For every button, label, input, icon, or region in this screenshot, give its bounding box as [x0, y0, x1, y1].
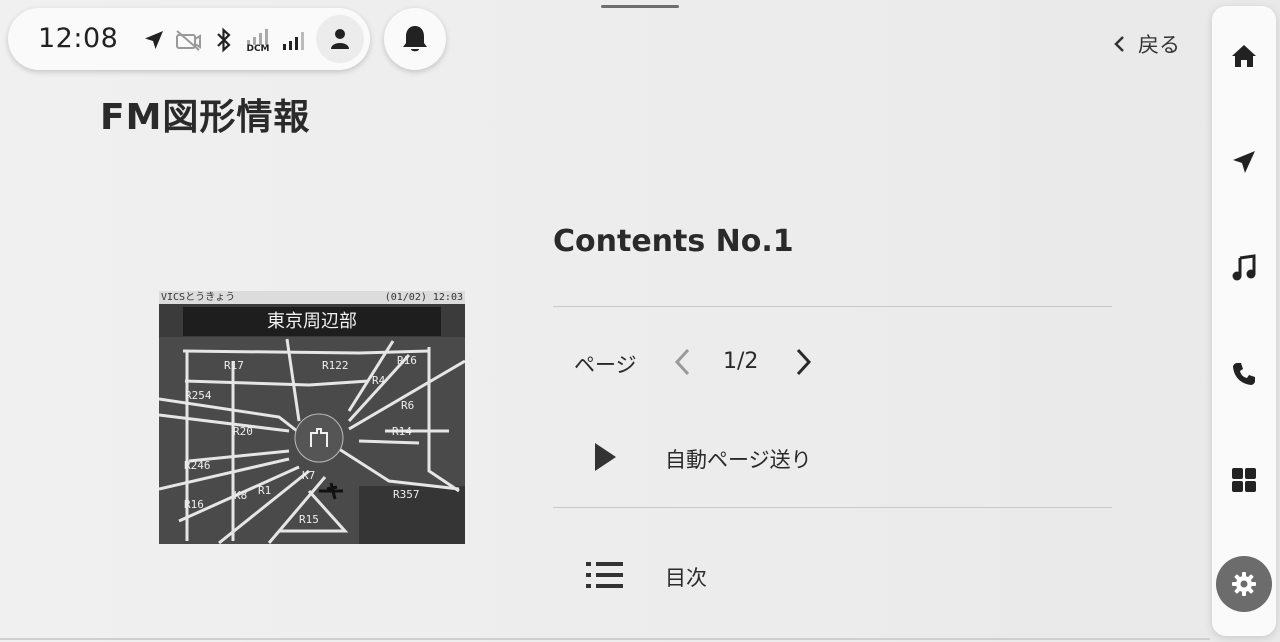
top-drag-handle[interactable]: [601, 5, 679, 8]
location-arrow-icon: [140, 26, 168, 54]
user-profile-button[interactable]: [316, 15, 364, 63]
bluetooth-icon: [210, 26, 238, 54]
clock: 12:08: [38, 23, 119, 54]
camera-off-icon: [174, 26, 202, 54]
road-label: R14: [392, 425, 412, 438]
fm-graphic-image: VICSとうきょう (01/02) 12:03 東京周辺部 R17 R122 R…: [159, 291, 465, 544]
chevron-right-icon: [796, 348, 812, 376]
chevron-left-icon: [674, 348, 690, 376]
chevron-left-icon: [1114, 36, 1124, 52]
road-label: K7: [302, 469, 316, 482]
divider: [553, 306, 1112, 307]
road-label: R4: [372, 374, 386, 387]
road-label: K8: [234, 489, 248, 502]
road-label: R17: [224, 359, 244, 372]
sidebar-item-home[interactable]: [1212, 26, 1276, 86]
dcm-signal-icon: DCM: [242, 26, 274, 54]
map-header: VICSとうきょう (01/02) 12:03: [159, 291, 465, 304]
back-label: 戻る: [1138, 33, 1180, 57]
road-label: R1: [258, 484, 272, 497]
road-label: R254: [185, 389, 212, 402]
page-title: FM図形情報: [100, 97, 311, 138]
map-region-title: 東京周辺部: [183, 307, 441, 336]
sidebar-item-apps[interactable]: [1212, 450, 1276, 510]
cell-signal-icon: [280, 26, 308, 54]
road-label: R15: [299, 513, 319, 526]
sidebar-item-music[interactable]: [1212, 238, 1276, 298]
road-label: R6: [401, 399, 415, 412]
dcm-label: DCM: [246, 43, 270, 54]
page-indicator: 1/2: [723, 349, 759, 374]
toc-label: 目次: [665, 566, 707, 590]
page-label: ページ: [574, 353, 637, 377]
road-label: R16: [397, 354, 417, 367]
home-icon: [1232, 45, 1256, 67]
bell-icon: [403, 26, 427, 52]
divider: [553, 507, 1112, 508]
sidebar-item-settings[interactable]: [1216, 556, 1272, 612]
auto-page-advance-button[interactable]: 自動ページ送り: [553, 425, 1112, 489]
back-button[interactable]: 戻る: [1112, 28, 1180, 60]
sidebar-item-phone[interactable]: [1212, 344, 1276, 404]
map-header-page-time: (01/02) 12:03: [384, 292, 463, 303]
road-label: R122: [322, 359, 349, 372]
next-page-button[interactable]: [790, 345, 818, 379]
app-sidebar: [1212, 6, 1276, 636]
contents-title: Contents No.1: [553, 224, 794, 259]
music-icon: [1232, 254, 1256, 281]
user-icon: [331, 29, 349, 49]
road-label: R16: [184, 498, 204, 511]
road-label: R357: [393, 488, 420, 501]
settings-icon: [1232, 572, 1256, 596]
notifications-button[interactable]: [384, 8, 446, 70]
navigation-icon: [1233, 151, 1255, 173]
road-label: R20: [233, 425, 253, 438]
bottom-divider: [0, 638, 1210, 640]
auto-page-label: 自動ページ送り: [665, 448, 812, 472]
status-bar: 12:08 DCM: [8, 8, 370, 70]
previous-page-button[interactable]: [668, 345, 696, 379]
road-label: R246: [184, 459, 211, 472]
phone-icon: [1233, 363, 1255, 385]
table-of-contents-button[interactable]: 目次: [553, 543, 1112, 607]
play-icon: [583, 439, 627, 475]
list-icon: [583, 557, 627, 593]
sidebar-item-navigation[interactable]: [1212, 132, 1276, 192]
apps-grid-icon: [1232, 468, 1256, 492]
map-header-station: VICSとうきょう: [161, 292, 236, 303]
